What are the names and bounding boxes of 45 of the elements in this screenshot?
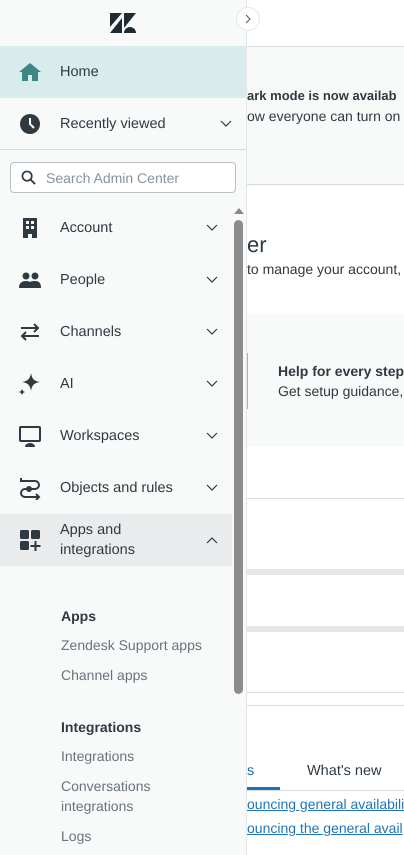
loop-arrows-icon bbox=[18, 476, 42, 500]
help-title: Help for every step bbox=[278, 362, 404, 380]
nav-item[interactable]: Apps and integrations bbox=[0, 514, 232, 566]
clock-icon bbox=[18, 112, 42, 136]
chevron-icon bbox=[206, 276, 218, 284]
nav-item[interactable]: AI bbox=[0, 358, 232, 410]
nav-item[interactable]: Workspaces bbox=[0, 410, 232, 462]
nav-item[interactable]: Channels bbox=[0, 306, 232, 358]
monitor-icon bbox=[18, 424, 42, 448]
nav-link[interactable]: Conversations integrations bbox=[61, 776, 221, 816]
article-link[interactable]: ouncing the general avail bbox=[247, 817, 404, 839]
chevron-icon bbox=[206, 380, 218, 388]
banner-text: ow everyone can turn on bbox=[247, 106, 402, 126]
tab[interactable]: s bbox=[247, 763, 280, 790]
scrollbar-thumb[interactable] bbox=[234, 220, 243, 694]
nav-item[interactable]: Recently viewed bbox=[0, 98, 246, 150]
nav-item[interactable]: Home bbox=[0, 46, 246, 98]
nav-item[interactable]: Objects and rules bbox=[0, 462, 232, 514]
sparkle-icon bbox=[18, 372, 42, 396]
search-icon bbox=[21, 170, 36, 185]
page-subheading: to manage your account, bbox=[247, 260, 402, 279]
home-icon bbox=[18, 60, 42, 84]
nav-link[interactable]: Integrations bbox=[61, 746, 221, 766]
nav-link[interactable]: Logs bbox=[61, 826, 221, 846]
help-text: Get setup guidance, bbox=[278, 382, 404, 400]
chevron-icon bbox=[206, 432, 218, 440]
article-link[interactable]: ouncing general availabili bbox=[247, 793, 404, 815]
nav-item[interactable]: People bbox=[0, 254, 232, 306]
section-heading: Integrations bbox=[61, 718, 142, 737]
apps-icon bbox=[18, 528, 42, 552]
page-heading: er bbox=[247, 231, 268, 259]
tab[interactable]: What's new bbox=[307, 763, 382, 790]
nav-item[interactable]: Account bbox=[0, 202, 232, 254]
scroll-up-icon[interactable] bbox=[234, 208, 244, 214]
logo-icon bbox=[110, 13, 136, 33]
search-field[interactable]: Search Admin Center bbox=[10, 162, 236, 193]
chevron-icon bbox=[206, 484, 218, 492]
banner-title: ark mode is now availab bbox=[247, 86, 398, 104]
nav-link[interactable]: Zendesk Support apps bbox=[61, 635, 221, 655]
chevron-icon bbox=[206, 328, 218, 336]
nav-link[interactable]: Channel apps bbox=[61, 665, 221, 685]
chevron-icon bbox=[206, 536, 218, 544]
section-heading: Apps bbox=[61, 607, 96, 626]
chevron-icon bbox=[206, 224, 218, 232]
chevron-icon bbox=[245, 14, 251, 24]
